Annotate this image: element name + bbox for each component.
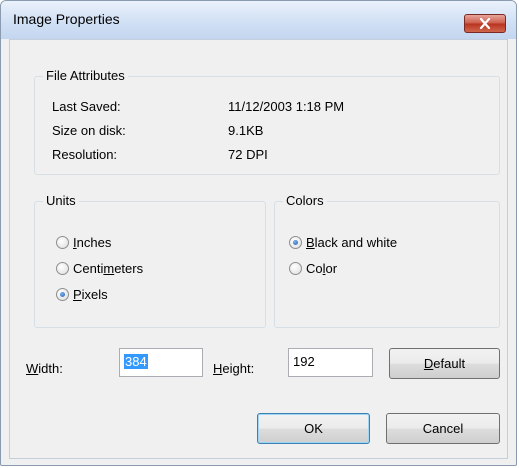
resolution-value: 72 DPI [228,147,268,162]
radio-pixels-label: Pixels [73,287,108,302]
cancel-button-label: Cancel [422,421,464,436]
units-group: Units Inches Centimeters Pixels [34,193,266,328]
radio-button-icon[interactable] [289,262,302,275]
radio-centimeters[interactable]: Centimeters [56,261,143,276]
default-button-label: Default [423,356,466,371]
file-attributes-legend: File Attributes [43,68,128,83]
resolution-label: Resolution: [52,147,118,162]
size-on-disk-label: Size on disk: [52,123,126,138]
dialog-title: Image Properties [13,11,120,27]
width-input[interactable]: 384 [119,348,203,377]
radio-inches[interactable]: Inches [56,235,111,250]
title-bar[interactable]: Image Properties [1,1,516,39]
width-value: 384 [124,354,148,369]
radio-button-icon[interactable] [289,236,302,249]
file-attributes-group: File Attributes Last Saved: 11/12/2003 1… [34,68,500,175]
last-saved-value: 11/12/2003 1:18 PM [228,99,345,114]
size-on-disk-value: 9.1KB [228,123,264,138]
height-input[interactable]: 192 [288,348,373,377]
ok-button[interactable]: OK [257,413,370,444]
radio-centimeters-label: Centimeters [73,261,144,276]
height-label: Height: [213,361,255,376]
image-properties-dialog: Image Properties File Attributes Last Sa… [0,0,517,466]
cancel-button[interactable]: Cancel [386,413,500,444]
width-label: Width: [26,361,63,376]
close-button[interactable] [464,14,506,33]
radio-black-and-white[interactable]: Black and white [289,235,397,250]
close-icon [479,18,491,29]
radio-color-label: Color [306,261,338,276]
units-legend: Units [43,193,79,208]
radio-button-icon[interactable] [56,236,69,249]
radio-color[interactable]: Color [289,261,337,276]
radio-inches-label: Inches [73,235,112,250]
height-value: 192 [293,354,315,369]
radio-button-icon[interactable] [56,288,69,301]
colors-group: Colors Black and white Color [274,193,500,328]
radio-pixels[interactable]: Pixels [56,287,108,302]
ok-button-label: OK [304,421,323,436]
dialog-body: File Attributes Last Saved: 11/12/2003 1… [9,39,508,459]
last-saved-label: Last Saved: [52,99,121,114]
radio-black-and-white-label: Black and white [306,235,398,250]
default-button[interactable]: Default [389,348,500,379]
colors-legend: Colors [283,193,327,208]
radio-button-icon[interactable] [56,262,69,275]
